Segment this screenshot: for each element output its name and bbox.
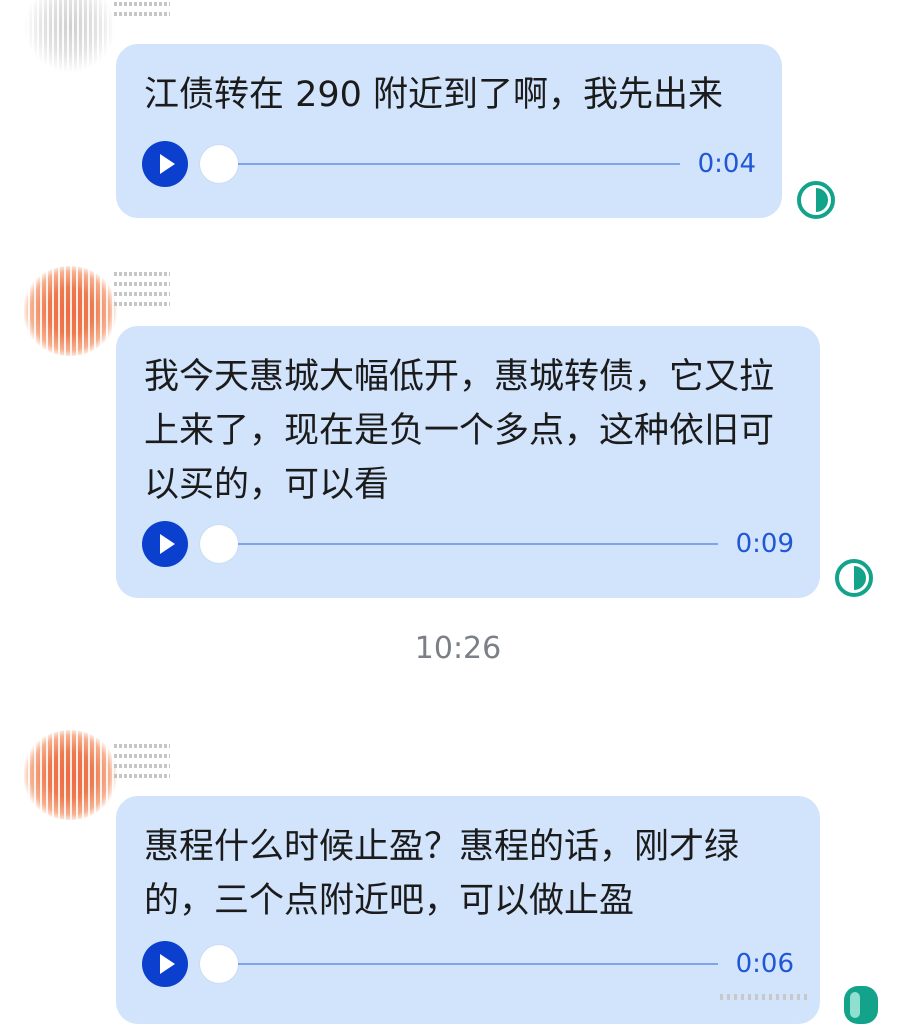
watermark-fragment [720,994,810,1000]
audio-player: 0:09 [142,521,794,569]
message-transcript: 江债转在 290 附近到了啊，我先出来 [144,75,724,115]
audio-player: 0:06 [142,941,794,989]
avatar-badge-text [114,292,170,296]
play-button[interactable] [142,141,188,187]
sent-status-icon [844,986,878,1024]
audio-scrub-knob[interactable] [200,525,238,563]
voice-message-bubble[interactable]: 我今天惠城大幅低开，惠城转债，它又拉上来了，现在是负一个多点，这种依旧可以买的，… [116,326,820,598]
audio-scrub-knob[interactable] [200,145,238,183]
avatar-badge-text [114,12,170,16]
avatar-image [22,0,118,72]
chat-screen: 江债转在 290 附近到了啊，我先出来 0:04 我今天惠城大幅低开，惠城转债，… [0,0,916,1024]
play-icon [160,154,175,174]
message-transcript: 我今天惠城大幅低开，惠城转债，它又拉上来了，现在是负一个多点，这种依旧可以买的，… [144,357,775,505]
sent-status-icon [835,559,873,597]
audio-progress-track[interactable] [210,543,718,545]
audio-duration: 0:04 [697,149,756,179]
voice-message-bubble[interactable]: 江债转在 290 附近到了啊，我先出来 0:04 [116,44,782,218]
avatar-badge-text [114,774,170,778]
message-transcript: 惠程什么时候止盈？惠程的话，刚才绿的，三个点附近吧，可以做止盈 [144,827,740,921]
play-icon [160,534,175,554]
message-timestamp: 10:26 [414,631,502,666]
audio-duration: 0:06 [735,949,794,979]
avatar-badge-text [114,2,170,6]
avatar-badge-text [114,282,170,286]
audio-duration: 0:09 [735,529,794,559]
sent-status-icon [797,181,835,219]
audio-player: 0:04 [142,141,756,189]
avatar-badge-text [114,272,170,276]
audio-scrub-knob[interactable] [200,945,238,983]
play-icon [160,954,175,974]
avatar-badge-text [114,754,170,758]
avatar-badge-text [114,764,170,768]
voice-message-bubble[interactable]: 惠程什么时候止盈？惠程的话，刚才绿的，三个点附近吧，可以做止盈 0:06 [116,796,820,1024]
audio-progress-track[interactable] [210,163,680,165]
play-button[interactable] [142,521,188,567]
avatar-image [22,266,118,356]
avatar-badge-text [114,744,170,748]
play-button[interactable] [142,941,188,987]
avatar-badge-text [114,302,170,306]
avatar-image [22,730,118,820]
audio-progress-track[interactable] [210,963,718,965]
